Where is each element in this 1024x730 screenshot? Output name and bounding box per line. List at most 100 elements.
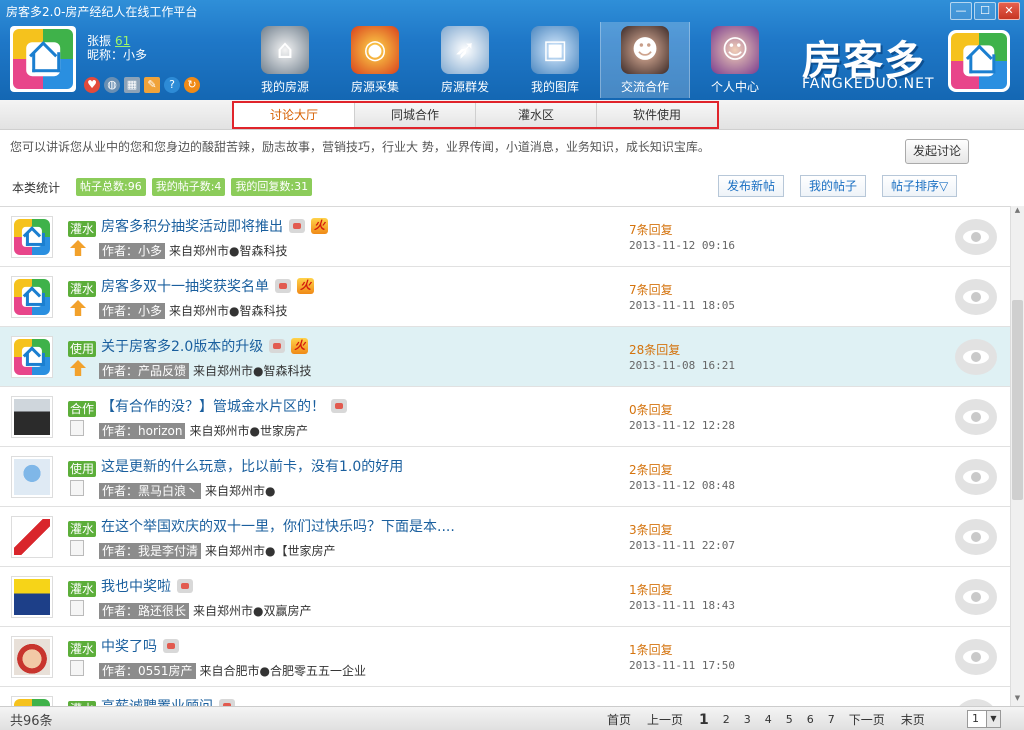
author-avatar[interactable] <box>11 576 53 618</box>
post-row[interactable]: 灌水 在这个举国欢庆的双十一里，你们过快乐吗？下面是本.... 作者：我是李付清 来自… <box>0 507 1010 567</box>
page-link-2[interactable]: 2 <box>723 713 730 726</box>
main-nav: ⌂ 我的房源 ◉ 房源采集 ➶ 房源群发 ▣ 我的图库 ☻ 交流合作 ☺ 个人中… <box>240 22 780 98</box>
calculator-icon[interactable]: ▦ <box>124 77 140 93</box>
post-row[interactable]: 灌水 中奖了吗 作者：0551房产 来自合肥市●合肥零五五一企业 1条回复 2013-11… <box>0 627 1010 687</box>
reply-count: 1条回复 <box>629 583 673 597</box>
view-eye-icon[interactable] <box>955 579 997 615</box>
post-title-line: 【有合作的没？】管城金水片区的！ <box>101 396 347 416</box>
view-eye-icon[interactable] <box>955 519 997 555</box>
post-row[interactable]: 灌水 房客多积分抽奖活动即将推出 火作者：小多 来自郑州市●智森科技 7条回复 2013-… <box>0 207 1010 267</box>
nav-my-listings[interactable]: ⌂ 我的房源 <box>240 22 330 98</box>
pencil-icon[interactable]: ✎ <box>144 77 160 93</box>
brand-house-icon <box>948 30 1010 92</box>
nav-broadcast[interactable]: ➶ 房源群发 <box>420 22 510 98</box>
sort-posts-button[interactable]: 帖子排序▽ <box>882 175 958 197</box>
page-link-7[interactable]: 7 <box>828 713 835 726</box>
post-author[interactable]: 作者：horizon <box>99 422 186 439</box>
scroll-thumb[interactable] <box>1012 300 1023 500</box>
scroll-up-arrow-icon[interactable]: ▲ <box>1012 206 1023 218</box>
post-author[interactable]: 作者：路还很长 <box>99 602 190 619</box>
page-link-3[interactable]: 3 <box>744 713 751 726</box>
view-eye-icon[interactable] <box>955 279 997 315</box>
author-avatar[interactable] <box>11 456 53 498</box>
post-title-link[interactable]: 这是更新的什么玩意，比以前卡，没有1.0的好用 <box>101 456 403 476</box>
author-avatar[interactable] <box>11 696 53 706</box>
tab-software-usage[interactable]: 软件使用 <box>597 103 717 127</box>
post-meta: 作者：黑马白浪丶 来自郑州市● <box>99 482 276 499</box>
post-author[interactable]: 作者：黑马白浪丶 <box>99 482 202 499</box>
author-avatar[interactable] <box>11 336 53 378</box>
start-discussion-button[interactable]: 发起讨论 <box>905 139 969 164</box>
nav-collect[interactable]: ◉ 房源采集 <box>330 22 420 98</box>
post-row[interactable]: 使用 关于房客多2.0版本的升级 火作者：产品反馈 来自郑州市●智森科技 28条回复 20… <box>0 327 1010 387</box>
new-post-button[interactable]: 发布新帖 <box>718 175 785 197</box>
page-link-5[interactable]: 5 <box>786 713 793 726</box>
post-row[interactable]: 灌水 房客多双十一抽奖获奖名单 火作者：小多 来自郑州市●智森科技 7条回复 2013-1… <box>0 267 1010 327</box>
post-title-link[interactable]: 房客多双十一抽奖获奖名单 <box>101 276 269 296</box>
reply-count: 28条回复 <box>629 343 681 357</box>
house-logo-icon <box>14 279 50 315</box>
nav-gallery[interactable]: ▣ 我的图库 <box>510 22 600 98</box>
post-title-link[interactable]: 房客多积分抽奖活动即将推出 <box>101 216 283 236</box>
author-avatar[interactable] <box>11 396 53 438</box>
post-author[interactable]: 作者：小多 <box>99 302 166 319</box>
help-icon[interactable]: ? <box>164 77 180 93</box>
prev-page-link[interactable]: 上一页 <box>647 711 683 728</box>
author-avatar[interactable] <box>11 276 53 318</box>
user-photo <box>14 399 50 435</box>
view-eye-icon[interactable] <box>955 339 997 375</box>
sub-tabs: 讨论大厅 同城合作 灌水区 软件使用 <box>232 101 719 129</box>
post-row[interactable]: 灌水高薪诚聘置业顾问 <box>0 687 1010 706</box>
post-title-link[interactable]: 高薪诚聘置业顾问 <box>101 696 213 706</box>
page-link-4[interactable]: 4 <box>765 713 772 726</box>
post-row[interactable]: 合作 【有合作的没？】管城金水片区的！ 作者：horizon 来自郑州市●世家房产 0条… <box>0 387 1010 447</box>
view-eye-icon[interactable] <box>955 219 997 255</box>
view-eye-icon[interactable] <box>955 459 997 495</box>
post-title-link[interactable]: 中奖了吗 <box>101 636 157 656</box>
next-page-link[interactable]: 下一页 <box>849 711 885 728</box>
post-title-link[interactable]: 关于房客多2.0版本的升级 <box>101 336 263 356</box>
toy-car-icon: ◉ <box>351 26 399 74</box>
page-select[interactable]: 1 ▼ <box>967 710 1001 728</box>
post-author[interactable]: 作者：产品反馈 <box>99 362 190 379</box>
post-author[interactable]: 作者：小多 <box>99 242 166 259</box>
post-author[interactable]: 作者：我是李付清 <box>99 542 202 559</box>
heart-icon[interactable]: ♥ <box>84 77 100 93</box>
my-posts-button[interactable]: 我的帖子 <box>800 175 867 197</box>
tab-discussion-hall[interactable]: 讨论大厅 <box>234 103 355 127</box>
view-eye-icon[interactable] <box>955 399 997 435</box>
comment-bubble-icon <box>177 579 193 593</box>
post-author[interactable]: 作者：0551房产 <box>99 662 196 679</box>
maximize-button[interactable]: ☐ <box>974 2 996 20</box>
chevron-down-icon[interactable]: ▼ <box>986 711 1000 727</box>
first-page-link[interactable]: 首页 <box>607 711 631 728</box>
nav-community[interactable]: ☻ 交流合作 <box>600 22 690 98</box>
post-title-link[interactable]: 【有合作的没？】管城金水片区的！ <box>101 396 325 416</box>
nav-label: 交流合作 <box>620 80 669 94</box>
scrollbar[interactable]: ▲ ▼ <box>1010 206 1024 706</box>
lock-icon[interactable]: ◍ <box>104 77 120 93</box>
tab-chat-zone[interactable]: 灌水区 <box>476 103 597 127</box>
nav-profile[interactable]: ☺ 个人中心 <box>690 22 780 98</box>
close-button[interactable]: ✕ <box>998 2 1020 20</box>
post-title-link[interactable]: 我也中奖啦 <box>101 576 171 596</box>
author-avatar[interactable] <box>11 516 53 558</box>
page-link-6[interactable]: 6 <box>807 713 814 726</box>
window-title: 房客多2.0-房产经纪人在线工作平台 <box>6 5 198 19</box>
page-link-1[interactable]: 1 <box>699 712 709 728</box>
user-avatar[interactable] <box>10 26 76 92</box>
view-eye-icon[interactable] <box>955 639 997 675</box>
post-title-link[interactable]: 在这个举国欢庆的双十一里，你们过快乐吗？下面是本.... <box>101 516 455 536</box>
section-intro: 您可以讲诉您从业中的您和您身边的酸甜苦辣，励志故事，营销技巧，行业大 势，业界传… <box>10 140 710 154</box>
post-row[interactable]: 灌水 我也中奖啦 作者：路还很长 来自郑州市●双赢房产 1条回复 2013-11-11 1… <box>0 567 1010 627</box>
author-avatar[interactable] <box>11 216 53 258</box>
author-avatar[interactable] <box>11 636 53 678</box>
post-row[interactable]: 使用 这是更新的什么玩意，比以前卡，没有1.0的好用 作者：黑马白浪丶 来自郑州市● 2… <box>0 447 1010 507</box>
last-page-link[interactable]: 末页 <box>901 711 925 728</box>
tab-local-cooperation[interactable]: 同城合作 <box>355 103 476 127</box>
minimize-button[interactable]: — <box>950 2 972 20</box>
view-eye-icon[interactable] <box>955 699 997 706</box>
scroll-down-arrow-icon[interactable]: ▼ <box>1012 694 1023 706</box>
refresh-icon[interactable]: ↻ <box>184 77 200 93</box>
post-date: 2013-11-11 17:50 <box>629 659 735 672</box>
